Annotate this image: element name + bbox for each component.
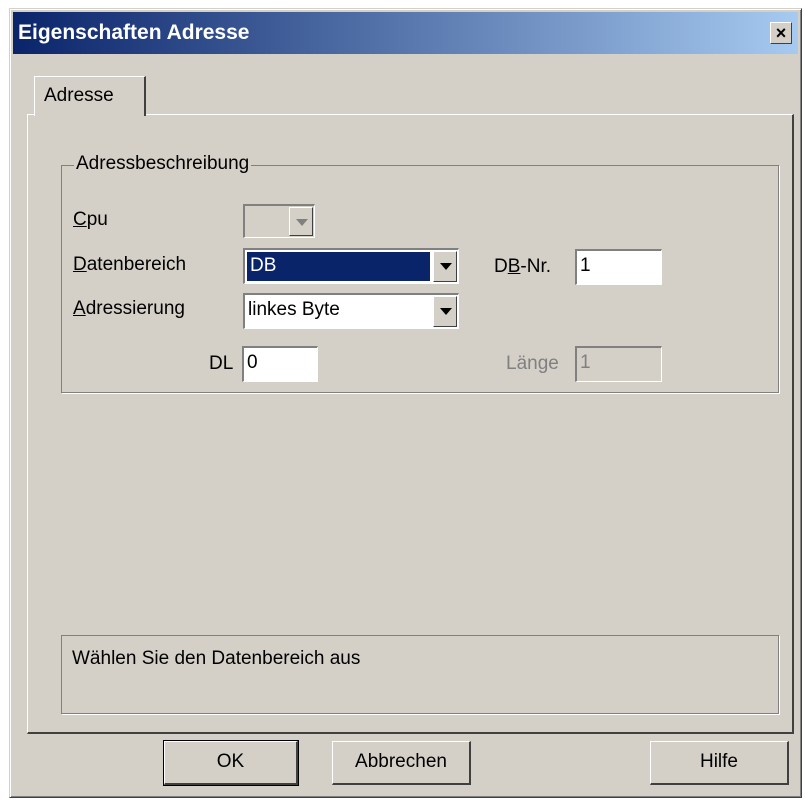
- dl-label: DL: [209, 353, 234, 374]
- datenbereich-combobox[interactable]: DB: [243, 248, 459, 284]
- datenbereich-label-mnemonic: D: [73, 254, 87, 275]
- group-label: Adressbeschreibung: [74, 153, 252, 175]
- address-description-group: Adressbeschreibung Cpu Datenbereich DB D…: [61, 153, 779, 393]
- close-button[interactable]: ×: [770, 22, 792, 44]
- laenge-value: 1: [580, 352, 591, 373]
- adressierung-value: linkes Byte: [248, 299, 340, 320]
- status-text: Wählen Sie den Datenbereich aus: [72, 648, 361, 669]
- title-bar[interactable]: Eigenschaften Adresse ×: [13, 12, 798, 54]
- close-icon: ×: [775, 23, 787, 43]
- cpu-label-mnemonic: C: [73, 209, 87, 230]
- tab-panel: Adressbeschreibung Cpu Datenbereich DB D…: [27, 114, 794, 734]
- laenge-label: Länge: [506, 353, 559, 374]
- cpu-label-rest: pu: [86, 209, 108, 230]
- adressierung-label: Adressierung: [73, 298, 185, 320]
- datenbereich-label-rest: atenbereich: [86, 254, 187, 275]
- adressierung-label-mnemonic: A: [73, 298, 86, 319]
- db-nr-label-post: -Nr.: [520, 256, 552, 277]
- dialog-title: Eigenschaften Adresse: [18, 21, 250, 44]
- dl-input[interactable]: 0: [242, 346, 318, 382]
- dl-value: 0: [247, 352, 258, 373]
- status-panel: Wählen Sie den Datenbereich aus: [61, 635, 779, 714]
- cancel-button[interactable]: Abbrechen: [332, 741, 471, 785]
- properties-dialog: Eigenschaften Adresse × Adresse Adressbe…: [9, 8, 802, 798]
- help-button[interactable]: Hilfe: [650, 741, 789, 785]
- datenbereich-dropdown-button[interactable]: [433, 251, 457, 282]
- laenge-input[interactable]: 1: [575, 346, 662, 382]
- adressierung-dropdown-button[interactable]: [433, 296, 457, 327]
- db-nr-value: 1: [580, 255, 591, 276]
- db-nr-label-mnemonic: B: [507, 256, 521, 277]
- tab-label: Adresse: [44, 85, 114, 106]
- db-nr-label-pre: D: [494, 256, 508, 277]
- db-nr-label: DB-Nr.: [494, 256, 551, 278]
- adressierung-combobox[interactable]: linkes Byte: [243, 293, 459, 329]
- tab-adresse[interactable]: Adresse: [34, 76, 146, 116]
- datenbereich-label: Datenbereich: [73, 254, 186, 276]
- datenbereich-value: DB: [247, 252, 430, 281]
- ok-button[interactable]: OK: [163, 740, 299, 786]
- cpu-dropdown-button[interactable]: [289, 207, 313, 236]
- adressierung-label-rest: dressierung: [85, 298, 185, 319]
- cpu-label: Cpu: [73, 209, 108, 231]
- cpu-combobox[interactable]: [243, 204, 315, 238]
- db-nr-input[interactable]: 1: [575, 249, 662, 285]
